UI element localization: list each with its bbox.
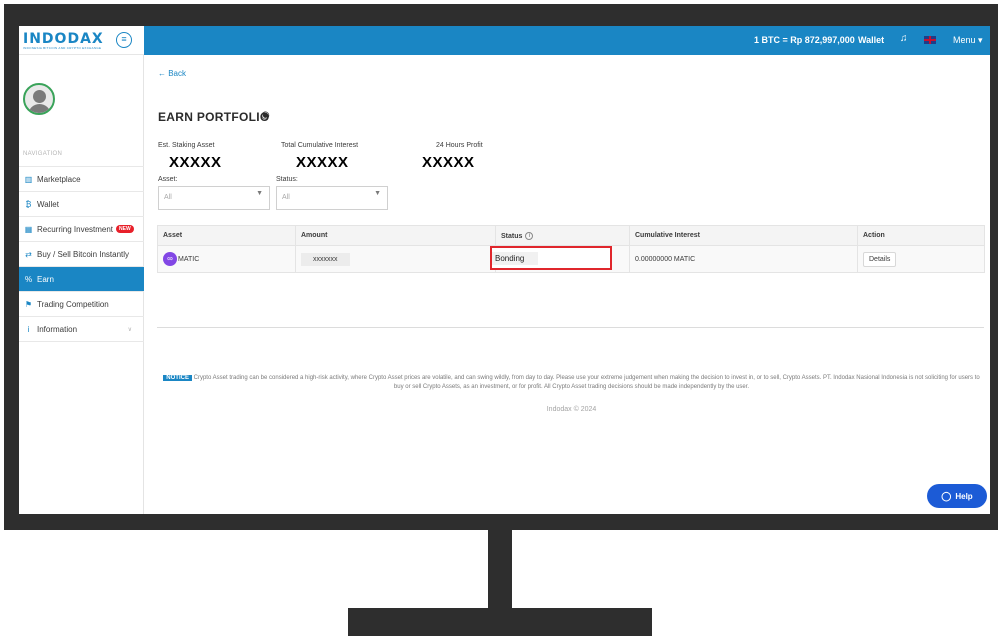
screen: INDODAX INDONESIA BITCOIN AND CRYPTO EXC…	[19, 26, 990, 514]
sidebar-item-information[interactable]: i Information ∨	[19, 316, 144, 341]
status-value: Bonding	[492, 252, 539, 265]
new-badge: NEW	[116, 225, 134, 233]
nav-heading: NAVIGATION	[23, 151, 63, 157]
amount-value: xxxxxxx	[301, 252, 350, 266]
table-header-row: Asset Amount Status i Cumulative Interest…	[157, 225, 985, 246]
table-row: ∞ MATIC xxxxxxx Bonding 0.00000000 MATIC …	[157, 245, 985, 273]
nav-divider	[19, 341, 144, 342]
calendar-icon: ▦	[24, 224, 33, 234]
top-navbar: INDODAX INDONESIA BITCOIN AND CRYPTO EXC…	[19, 26, 990, 55]
caret-down-icon: ▾	[978, 35, 983, 45]
status-cell: Bonding	[490, 245, 630, 273]
chat-bubble-icon: ◯	[941, 490, 952, 501]
notice-badge: NOTICE	[163, 375, 192, 381]
asset-name: MATIC	[178, 255, 200, 263]
eye-icon[interactable]: ◉	[261, 110, 270, 121]
asset-cell: ∞ MATIC	[157, 245, 296, 273]
logo-tagline: INDONESIA BITCOIN AND CRYPTO EXCHANGE	[23, 46, 102, 50]
avatar-head	[33, 90, 46, 103]
status-filter-label: Status:	[276, 176, 298, 183]
wallet-link[interactable]: Wallet	[858, 35, 884, 45]
sidebar-item-label: Wallet	[37, 199, 59, 209]
sidebar-item-buy-sell-bitcoin-instantly[interactable]: ⇄ Buy / Sell Bitcoin Instantly	[19, 241, 144, 266]
stat-label-interest: Total Cumulative Interest	[281, 142, 359, 149]
exchange-icon: ⇄	[25, 249, 32, 259]
column-header-status-label: Status	[501, 232, 523, 240]
column-header-asset: Asset	[157, 225, 296, 246]
column-header-amount: Amount	[295, 225, 496, 246]
monitor-frame: INDODAX INDONESIA BITCOIN AND CRYPTO EXC…	[4, 4, 998, 530]
cumulative-interest-cell: 0.00000000 MATIC	[629, 245, 858, 273]
sidebar-item-label: Earn	[37, 274, 54, 284]
menu-dropdown[interactable]: Menu ▾	[953, 35, 983, 46]
info-icon: i	[27, 324, 30, 334]
asset-select-value: All	[164, 194, 172, 201]
asset-select[interactable]: All ▼	[158, 186, 270, 210]
percent-icon: %	[24, 274, 33, 284]
sidebar: NAVIGATION ▥ Marketplace ₿ Wallet ▦ Recurring…	[19, 55, 144, 514]
sidebar-item-label: Trading Competition	[37, 299, 109, 309]
bar-chart-icon: ▥	[24, 174, 33, 184]
stat-value-interest: XXXXX	[296, 154, 349, 171]
logo[interactable]: INDODAX	[23, 31, 104, 47]
risk-notice: NOTICE Crypto Asset trading can be consi…	[158, 374, 985, 392]
stat-value-staking: XXXXX	[169, 154, 222, 171]
action-cell: Details	[857, 245, 985, 273]
uk-flag-icon[interactable]	[924, 36, 936, 44]
status-select[interactable]: All ▼	[276, 186, 388, 210]
bitcoin-icon: ₿	[25, 199, 32, 209]
column-header-cumulative-interest: Cumulative Interest	[629, 225, 858, 246]
portfolio-table-container: Asset Amount Status i Cumulative Interest…	[157, 225, 985, 328]
sidebar-item-marketplace[interactable]: ▥ Marketplace	[19, 166, 144, 191]
matic-coin-icon: ∞	[163, 252, 177, 266]
logo-container[interactable]: INDODAX INDONESIA BITCOIN AND CRYPTO EXC…	[19, 26, 144, 55]
menu-label: Menu	[953, 35, 976, 45]
bell-icon[interactable]: ♫	[900, 33, 908, 44]
details-button[interactable]: Details	[863, 251, 897, 267]
sidebar-item-label: Recurring Investment	[37, 224, 114, 234]
sidebar-item-trading-competition[interactable]: ⚑ Trading Competition	[19, 291, 144, 316]
sidebar-item-earn[interactable]: % Earn	[19, 266, 144, 291]
help-label: Help	[955, 491, 973, 501]
asset-filter-label: Asset:	[158, 176, 178, 183]
page-title: EARN PORTFOLIO	[158, 110, 270, 124]
caret-down-icon: ▼	[374, 190, 381, 197]
sidebar-item-label: Marketplace	[37, 174, 81, 184]
column-header-action: Action	[857, 225, 985, 246]
sidebar-item-label: Information	[37, 324, 78, 334]
monitor-stand-neck	[488, 530, 512, 610]
sidebar-item-wallet[interactable]: ₿ Wallet	[19, 191, 144, 216]
hamburger-circle-icon[interactable]: ≡	[116, 32, 132, 48]
monitor-stand-base	[348, 608, 652, 636]
stat-value-profit: XXXXX	[422, 154, 475, 171]
sidebar-item-label: Buy / Sell Bitcoin Instantly	[37, 249, 130, 259]
status-select-value: All	[282, 194, 290, 201]
chevron-down-icon[interactable]: ∨	[128, 326, 132, 333]
status-highlight-box: Bonding	[490, 246, 612, 270]
avatar-body	[28, 104, 51, 113]
avatar[interactable]	[23, 83, 55, 115]
sidebar-item-recurring-investment[interactable]: ▦ Recurring Investment NEW	[19, 216, 144, 241]
amount-cell: xxxxxxx	[295, 245, 496, 273]
nav-list: ▥ Marketplace ₿ Wallet ▦ Recurring Investment…	[19, 166, 144, 342]
info-icon[interactable]: i	[525, 231, 534, 240]
flag-icon: ⚑	[24, 299, 33, 309]
stat-label-staking: Est. Staking Asset	[158, 142, 215, 149]
portfolio-table: Asset Amount Status i Cumulative Interest…	[157, 225, 985, 273]
column-header-status: Status i	[495, 225, 630, 246]
footer-copyright: Indodax © 2024	[546, 406, 597, 413]
stat-label-profit: 24 Hours Profit	[436, 142, 483, 149]
caret-down-icon: ▼	[256, 190, 263, 197]
notice-text: Crypto Asset trading can be considered a…	[193, 375, 980, 390]
btc-price-ticker: 1 BTC = Rp 872,997,000	[754, 35, 855, 45]
back-link[interactable]: ← Back	[158, 69, 186, 78]
help-button[interactable]: ◯ Help	[927, 484, 987, 508]
